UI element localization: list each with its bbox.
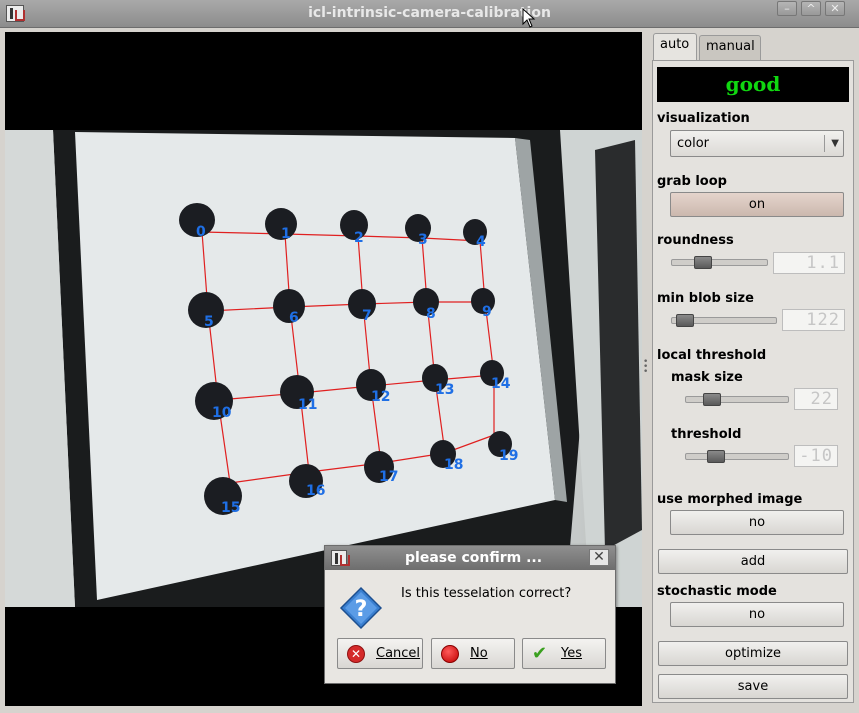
- dialog-message: Is this tesselation correct?: [401, 586, 572, 601]
- min-blob-size-label: min blob size: [657, 291, 754, 306]
- cancel-icon: ✕: [347, 645, 365, 663]
- blob-label: 0: [196, 224, 206, 240]
- slider-handle[interactable]: [676, 314, 694, 327]
- grab-loop-toggle[interactable]: on: [670, 192, 844, 217]
- add-button[interactable]: add: [658, 549, 848, 574]
- blob-label: 15: [221, 500, 240, 516]
- slider-handle[interactable]: [703, 393, 721, 406]
- splitter-handle[interactable]: • • •: [643, 358, 649, 377]
- visualization-label: visualization: [657, 111, 750, 126]
- tab-manual[interactable]: manual: [699, 35, 761, 61]
- tab-auto[interactable]: auto: [653, 33, 697, 62]
- blob-label: 1: [281, 226, 291, 242]
- roundness-slider[interactable]: [671, 256, 768, 269]
- yes-label: Yes: [561, 646, 582, 661]
- maximize-button[interactable]: ^: [801, 1, 821, 16]
- blob-label: 19: [499, 448, 518, 464]
- yes-button[interactable]: ✔ Yes: [522, 638, 606, 669]
- min-blob-size-slider[interactable]: [671, 314, 777, 327]
- use-morphed-image-label: use morphed image: [657, 492, 803, 507]
- blob-label: 18: [444, 457, 463, 473]
- blob-label: 11: [298, 397, 317, 413]
- stochastic-mode-toggle[interactable]: no: [670, 602, 844, 627]
- question-icon: ?: [339, 586, 383, 630]
- close-window-button[interactable]: ✕: [825, 1, 845, 16]
- blob-label: 8: [426, 306, 436, 322]
- visualization-value: color: [677, 136, 710, 151]
- minimize-button[interactable]: –: [777, 1, 797, 16]
- min-blob-size-display: 122: [782, 309, 845, 331]
- optimize-button[interactable]: optimize: [658, 641, 848, 666]
- mask-size-slider[interactable]: [685, 393, 789, 406]
- roundness-label: roundness: [657, 233, 734, 248]
- dialog-title-bar: please confirm ... ✕: [325, 546, 615, 570]
- blob-label: 2: [354, 230, 364, 246]
- blob-label: 7: [362, 308, 372, 324]
- checkmark-icon: ✔: [532, 643, 548, 664]
- slider-handle[interactable]: [694, 256, 712, 269]
- blob-label: 4: [476, 234, 486, 250]
- cancel-button[interactable]: ✕ Cancel: [337, 638, 423, 669]
- blob-label: 12: [371, 389, 390, 405]
- app-icon: [331, 550, 350, 566]
- mask-size-display: 22: [794, 388, 838, 410]
- blob-label: 13: [435, 382, 454, 398]
- roundness-display: 1.1: [773, 252, 845, 274]
- combo-separator: [824, 135, 825, 152]
- no-label: No: [470, 646, 488, 661]
- no-icon: [441, 645, 459, 663]
- stochastic-mode-label: stochastic mode: [657, 584, 777, 599]
- threshold-slider[interactable]: [685, 450, 789, 463]
- slider-handle[interactable]: [707, 450, 725, 463]
- dialog-title: please confirm ...: [405, 550, 543, 566]
- chevron-down-icon: ▼: [831, 138, 839, 149]
- confirm-dialog: please confirm ... ✕ ? Is this tesselati…: [324, 545, 616, 684]
- cancel-label: Cancel: [376, 646, 421, 661]
- blob-label: 5: [204, 314, 214, 330]
- local-threshold-label: local threshold: [657, 348, 767, 363]
- blob-label: 6: [289, 310, 299, 326]
- blob-label: 17: [379, 469, 398, 485]
- dialog-close-button[interactable]: ✕: [589, 549, 609, 566]
- blob-label: 14: [491, 376, 511, 392]
- blob-label: 10: [212, 405, 232, 421]
- svg-text:?: ?: [355, 597, 368, 622]
- window-title-bar: icl-intrinsic-camera-calibration – ^ ✕: [0, 0, 859, 28]
- threshold-display: -10: [794, 445, 838, 467]
- blob-label: 3: [418, 232, 428, 248]
- blob-label: 16: [306, 483, 325, 499]
- camera-image: 0 1 2 3 4 5 6 7 8 9 10 11 12 13 14 15 16…: [5, 130, 642, 607]
- calibration-status: good: [657, 67, 849, 102]
- mouse-cursor-icon: [522, 8, 536, 28]
- threshold-label: threshold: [671, 427, 742, 442]
- visualization-select[interactable]: color ▼: [670, 130, 844, 157]
- use-morphed-image-toggle[interactable]: no: [670, 510, 844, 535]
- blob-label: 9: [482, 304, 492, 320]
- mask-size-label: mask size: [671, 370, 743, 385]
- save-button[interactable]: save: [658, 674, 848, 699]
- window-title: icl-intrinsic-camera-calibration: [308, 5, 551, 21]
- grab-loop-label: grab loop: [657, 174, 727, 189]
- calibration-overlay: 0 1 2 3 4 5 6 7 8 9 10 11 12 13 14 15 16…: [5, 130, 642, 607]
- no-button[interactable]: No: [431, 638, 515, 669]
